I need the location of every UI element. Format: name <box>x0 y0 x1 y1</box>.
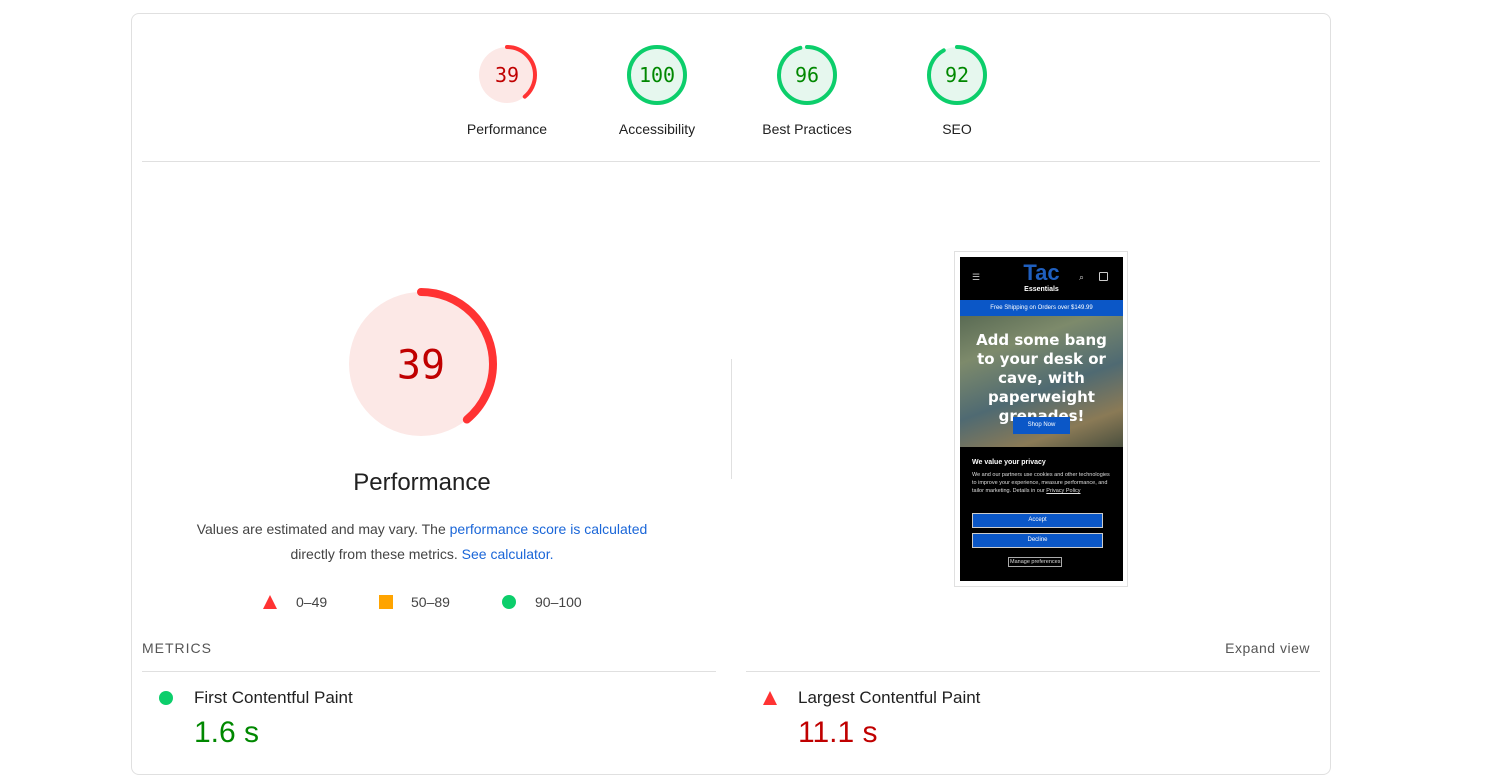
triangle-icon <box>263 595 277 609</box>
hero-heading: Add some bang to your desk or cave, with… <box>976 331 1107 425</box>
gauge-label: Performance <box>466 121 548 137</box>
gauge-score: 39 <box>495 63 519 87</box>
gauge-score: 39 <box>397 342 445 388</box>
gauge-ring: 100 <box>627 45 687 105</box>
decline-button: Decline <box>972 533 1103 548</box>
legend-range: 50–89 <box>411 594 450 610</box>
performance-ring: 39 <box>345 288 497 440</box>
category-gauges: 39 Performance 100 Accessibility 96 Best… <box>132 14 1330 162</box>
gauge-ring: 96 <box>777 45 837 105</box>
privacy-body: We and our partners use cookies and othe… <box>972 472 1110 494</box>
search-icon: ⌕ <box>1079 272 1085 282</box>
divider <box>142 161 1320 162</box>
legend-average: 50–89 <box>378 592 450 612</box>
site-logo-sub: Essentials <box>1024 286 1059 293</box>
circle-icon <box>502 595 516 609</box>
legend-fail: 0–49 <box>262 592 327 612</box>
shop-now-button: Shop Now <box>1013 417 1070 434</box>
gauge-seo[interactable]: 92 SEO <box>897 43 1017 137</box>
legend-range: 0–49 <box>296 594 328 610</box>
performance-title: Performance <box>353 469 491 496</box>
accept-button: Accept <box>972 513 1103 528</box>
desc-text-1: Values are estimated and may vary. The <box>196 521 450 537</box>
gauge-label: Accessibility <box>618 121 696 137</box>
privacy-title: We value your privacy <box>972 459 1046 466</box>
divider <box>746 671 1320 672</box>
performance-score-gauge: 39 <box>345 288 497 445</box>
cart-icon <box>1099 272 1108 281</box>
divider <box>731 359 732 479</box>
gauge-score: 96 <box>795 63 819 87</box>
triangle-icon <box>763 691 777 705</box>
privacy-text: We and our partners use cookies and othe… <box>972 471 1114 495</box>
privacy-link: Privacy Policy <box>1046 488 1081 494</box>
gauge-ring: 39 <box>477 45 537 105</box>
gauge-ring: 92 <box>927 45 987 105</box>
metrics-heading: METRICS <box>142 640 212 656</box>
divider <box>142 671 716 672</box>
manage-preferences-button: Manage preferences <box>1008 557 1063 567</box>
see-calculator-link[interactable]: See calculator. <box>462 546 554 562</box>
circle-icon <box>159 691 173 705</box>
gauge-accessibility[interactable]: 100 Accessibility <box>597 43 717 137</box>
screenshot-page: ☰ Tac Essentials ⌕ Free Shipping on Orde… <box>960 257 1123 581</box>
gauge-score: 100 <box>639 63 675 87</box>
metric-name: Largest Contentful Paint <box>798 688 981 707</box>
gauge-label: SEO <box>942 121 972 137</box>
gauge-best-practices[interactable]: 96 Best Practices <box>747 43 867 137</box>
final-screenshot[interactable]: ☰ Tac Essentials ⌕ Free Shipping on Orde… <box>954 251 1128 587</box>
performance-description: Values are estimated and may vary. The p… <box>172 517 672 567</box>
score-calculated-link[interactable]: performance score is calculated <box>450 521 648 537</box>
metric-name: First Contentful Paint <box>194 688 353 707</box>
gauge-score: 92 <box>945 63 969 87</box>
report-card: 39 Performance 100 Accessibility 96 Best… <box>131 13 1331 775</box>
square-icon <box>379 595 393 609</box>
desc-text-2: directly from these metrics. <box>290 546 462 562</box>
legend-pass: 90–100 <box>501 592 582 612</box>
gauge-label: Best Practices <box>762 121 852 137</box>
legend-range: 90–100 <box>535 594 582 610</box>
gauge-performance[interactable]: 39 Performance <box>447 43 567 137</box>
expand-view-toggle[interactable]: Expand view <box>1225 640 1310 656</box>
shipping-banner: Free Shipping on Orders over $149.99 <box>960 300 1123 316</box>
